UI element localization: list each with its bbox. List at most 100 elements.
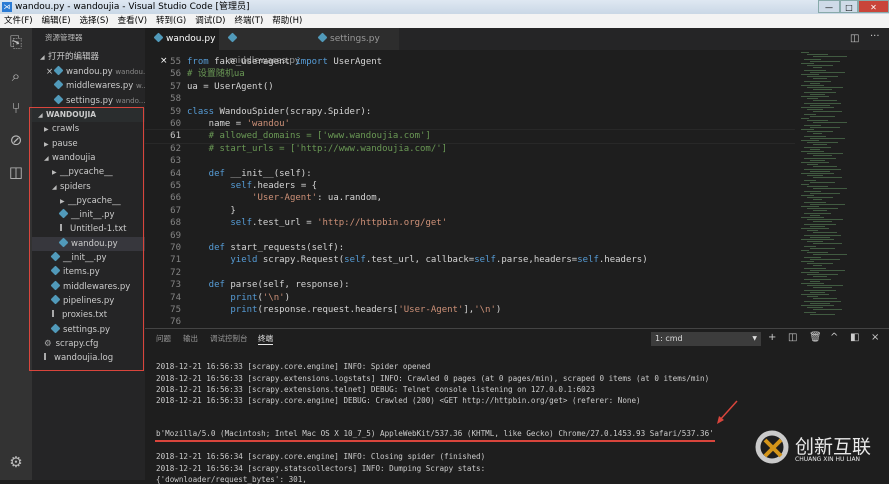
minimap-line <box>804 113 816 115</box>
source-control-icon[interactable]: ⑂ <box>6 98 26 118</box>
tree-item-label: wandoujia.log <box>54 353 114 364</box>
tree-item-label: __pycache__ <box>60 167 113 178</box>
plus-icon[interactable]: + <box>768 332 776 343</box>
tree-item[interactable]: items.py <box>32 265 145 279</box>
minimap-line <box>801 184 809 185</box>
tree-item-label: settings.py <box>63 324 111 335</box>
menu-item[interactable]: 转到(G) <box>156 14 186 28</box>
close-button[interactable]: ✕ <box>858 0 889 13</box>
menu-item[interactable]: 选择(S) <box>80 14 109 28</box>
menu-item[interactable]: 调试(D) <box>195 14 225 28</box>
tree-item[interactable]: wandou.py <box>32 236 145 251</box>
minimap[interactable] <box>797 50 881 328</box>
tab-terminal[interactable]: 终端 <box>258 333 273 345</box>
minimap-line <box>810 159 825 161</box>
menu-item[interactable]: 帮助(H) <box>272 14 302 28</box>
minimap-line <box>804 267 826 269</box>
debug-icon[interactable]: ⊘ <box>6 130 26 150</box>
annotation-underline <box>155 440 715 442</box>
close-icon[interactable]: × <box>871 332 879 343</box>
minimap-line <box>813 298 837 300</box>
minimap-line <box>813 287 832 289</box>
tree-item[interactable]: ▶ pause <box>32 137 145 151</box>
minimap-line <box>807 263 833 265</box>
code-token: # start_urls = ['http://www.wandoujia.co… <box>187 143 448 154</box>
minimap-line <box>813 122 847 124</box>
code-line: 74 print('\n') <box>145 292 290 304</box>
code-token: .test_url = <box>252 218 318 229</box>
code-token: def <box>187 243 231 253</box>
tab-problems[interactable]: 问题 <box>156 333 171 344</box>
chevron-up-icon[interactable]: ^ <box>830 332 838 343</box>
minimap-line <box>810 60 840 62</box>
project-header[interactable]: ◢ WANDOUJIA <box>32 108 145 122</box>
tree-item[interactable]: __init__.py <box>32 251 145 265</box>
tree-item[interactable]: ▶ __pycache__ <box>32 165 145 179</box>
open-editor-item[interactable]: settings.py wando... <box>32 94 145 108</box>
more-actions-icon[interactable]: ··· <box>870 31 880 42</box>
tree-item[interactable]: ▶ crawls <box>32 122 145 136</box>
line-number: 73 <box>170 280 181 291</box>
code-line: 61 # allowed_domains = ['www.wandoujia.c… <box>145 129 795 144</box>
tree-item-label: Untitled-1.txt <box>70 224 127 235</box>
menu-item[interactable]: 终端(T) <box>234 14 263 28</box>
tree-item[interactable]: proxies.txt <box>32 308 145 322</box>
split-icon[interactable]: ◫ <box>788 332 797 343</box>
tab-label: settings.py <box>330 34 380 44</box>
gear-icon[interactable]: ⚙ <box>6 452 26 472</box>
title-bar: ⋊ wandou.py - wandoujia - Visual Studio … <box>0 0 889 14</box>
tree-item[interactable]: pipelines.py <box>32 294 145 308</box>
minimap-line <box>807 230 818 232</box>
terminal-line: 2018-12-21 16:56:33 [scrapy.extensions.l… <box>156 374 710 383</box>
open-editors-header[interactable]: ◢ 打开的编辑器 <box>32 50 145 64</box>
minimap-line <box>807 252 828 254</box>
search-icon[interactable]: ⌕ <box>6 66 26 86</box>
tree-item[interactable]: ◢ spiders <box>32 180 145 194</box>
tree-item[interactable]: ◢ wandoujia <box>32 151 145 165</box>
code-token: WandouSpider(scrapy.Spider): <box>219 106 372 117</box>
code-token: 'wandou' <box>246 119 290 129</box>
minimap-line <box>813 78 827 80</box>
extensions-icon[interactable]: ◫ <box>6 162 26 182</box>
open-editor-item[interactable]: middlewares.py w... <box>32 79 145 93</box>
menu-item[interactable]: 编辑(E) <box>42 14 71 28</box>
code-token: scrapy.Request( <box>262 255 345 266</box>
chevron-down-icon: ◢ <box>52 183 57 191</box>
tab-settings-py[interactable]: settings.py <box>309 28 399 50</box>
terminal-line: 2018-12-21 16:56:34 [scrapy.statscollect… <box>156 464 486 473</box>
minimap-line <box>813 111 842 113</box>
trash-icon[interactable]: 🗑 <box>809 332 822 343</box>
menu-item[interactable]: 查看(V) <box>118 14 147 28</box>
tree-item[interactable]: __init__.py <box>32 208 145 222</box>
code-line: 76 <box>145 316 187 328</box>
tree-item[interactable]: settings.py <box>32 323 145 337</box>
text-file-icon <box>52 310 58 318</box>
chevron-right-icon: ▶ <box>44 140 49 148</box>
minimap-line <box>813 166 837 168</box>
tab-debug-console[interactable]: 调试控制台 <box>210 333 248 344</box>
open-editor-item[interactable]: ×wandou.py wandou... <box>32 65 145 79</box>
line-number: 70 <box>170 243 181 253</box>
code-token: print <box>230 292 258 303</box>
tab-middlewares-py[interactable]: middlewares.py <box>219 28 309 66</box>
tree-item[interactable]: ⚙ scrapy.cfg <box>32 337 145 351</box>
menu-item[interactable]: 文件(F) <box>4 14 33 28</box>
tree-item[interactable]: wandoujia.log <box>32 351 145 365</box>
terminal-line: 2018-12-21 16:56:34 [scrapy.core.engine]… <box>156 452 486 461</box>
tree-item[interactable]: ▶ __pycache__ <box>32 194 145 208</box>
explorer-icon[interactable]: ⎘ <box>6 32 26 52</box>
code-token: __init__(self): <box>230 168 312 179</box>
tab-output[interactable]: 输出 <box>183 333 198 344</box>
maximize-button[interactable]: □ <box>840 0 858 13</box>
code-editor[interactable]: 55 from fake_useragent import UserAgent 56… <box>145 50 795 328</box>
minimize-button[interactable]: — <box>818 0 840 13</box>
tree-item[interactable]: middlewares.py <box>32 280 145 294</box>
minimap-line <box>801 118 809 119</box>
maximize-icon[interactable]: ◧ <box>850 332 859 343</box>
tree-item[interactable]: Untitled-1.txt <box>32 222 145 236</box>
split-editor-icon[interactable]: ◫ <box>850 33 859 44</box>
tab-wandou-py[interactable]: wandou.py × <box>145 28 219 66</box>
code-token: 'User-Agent' <box>398 305 464 315</box>
terminal-select[interactable]: 1: cmd ▼ <box>651 332 761 346</box>
